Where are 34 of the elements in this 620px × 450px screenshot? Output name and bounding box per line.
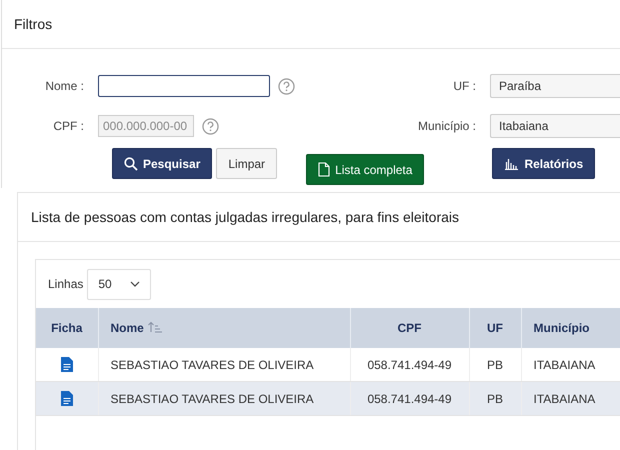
help-icon[interactable] (278, 78, 295, 94)
field-label: UF : (452, 79, 477, 93)
select-field[interactable]: Paraíba (490, 74, 620, 98)
document-icon[interactable] (60, 357, 73, 372)
help-icon[interactable] (202, 118, 219, 134)
field-label: Nome : (44, 79, 85, 93)
full-list-button[interactable]: Lista completa (306, 154, 424, 185)
field-label: Município : (416, 119, 477, 133)
name-field[interactable] (98, 75, 270, 97)
rows-dropdown[interactable]: 50 (87, 268, 152, 300)
reports-button[interactable]: Relatórios (492, 148, 596, 179)
chevron-down-icon (130, 281, 140, 287)
column-header[interactable]: CPF (350, 308, 469, 348)
select-field[interactable]: Itabaiana (490, 114, 620, 138)
column-header[interactable]: Ficha (36, 308, 98, 348)
municipality-cell: ITABAIANA (521, 382, 620, 416)
column-header[interactable]: UF (469, 308, 521, 348)
person-name: SEBASTIAO TAVARES DE OLIVEIRA (98, 382, 350, 416)
column-header[interactable]: Nome (98, 308, 350, 348)
field-label: CPF : (52, 119, 85, 133)
cpf-field[interactable]: 000.000.000-00 (98, 115, 194, 137)
column-header[interactable]: Município (521, 308, 620, 348)
panel-title: Filtros (2, 0, 620, 49)
document-icon (318, 162, 330, 177)
sort-ascending-icon (147, 321, 164, 333)
document-icon[interactable] (60, 391, 73, 406)
results-title: Lista de pessoas com contas julgadas irregulares, para fins eleitorais (18, 193, 620, 242)
uf-cell: PB (469, 382, 521, 416)
clear-button[interactable]: Limpar (216, 148, 278, 179)
cpf-cell: 058.741.494-49 (350, 382, 469, 416)
rows-label: Linhas (48, 277, 84, 291)
search-button[interactable]: Pesquisar (112, 148, 212, 179)
bar-chart-icon (504, 157, 520, 170)
search-icon (124, 156, 138, 170)
